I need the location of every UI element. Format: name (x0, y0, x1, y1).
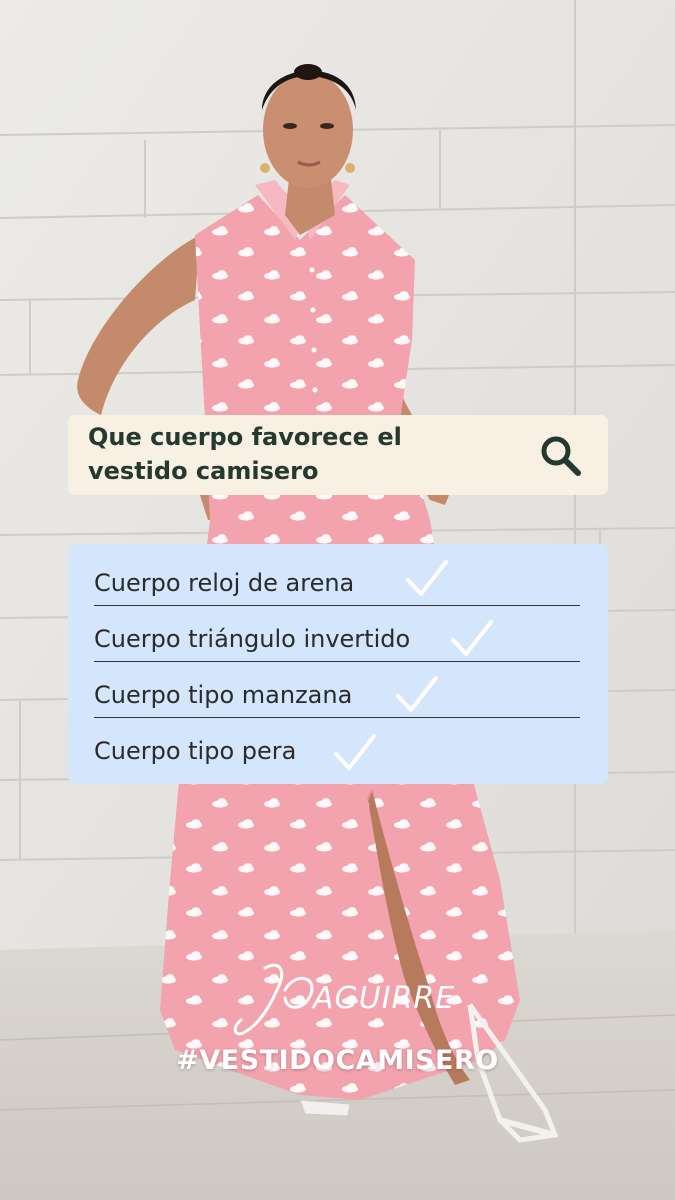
list-item-label: Cuerpo tipo pera (94, 737, 297, 765)
list-item-label: Cuerpo tipo manzana (94, 681, 353, 709)
checkmark-icon (334, 734, 376, 770)
search-query-text: Que cuerpo favorece el vestido camisero (88, 423, 402, 485)
hashtag-text: #VESTIDOCAMISERO (176, 1045, 499, 1076)
list-item: Cuerpo reloj de arena (94, 550, 580, 606)
list-item-label: Cuerpo triángulo invertido (94, 625, 411, 653)
list-item-label: Cuerpo reloj de arena (94, 569, 355, 597)
list-item: Cuerpo triángulo invertido (94, 606, 580, 662)
checkmark-icon (406, 560, 448, 596)
brand-logo: AGUIRRE (233, 963, 455, 1036)
body-type-checklist: Cuerpo reloj de arena Cuerpo triángulo i… (68, 544, 608, 784)
brand-logo-text: AGUIRRE (311, 981, 455, 1016)
list-item: Cuerpo tipo manzana (94, 662, 580, 718)
search-bar[interactable]: Que cuerpo favorece el vestido camisero (68, 415, 608, 495)
list-item: Cuerpo tipo pera (94, 718, 580, 774)
checkmark-icon (396, 676, 438, 712)
story-canvas: Que cuerpo favorece el vestido camisero … (0, 0, 675, 1200)
search-icon[interactable] (538, 433, 584, 479)
checkmark-icon (451, 620, 493, 656)
